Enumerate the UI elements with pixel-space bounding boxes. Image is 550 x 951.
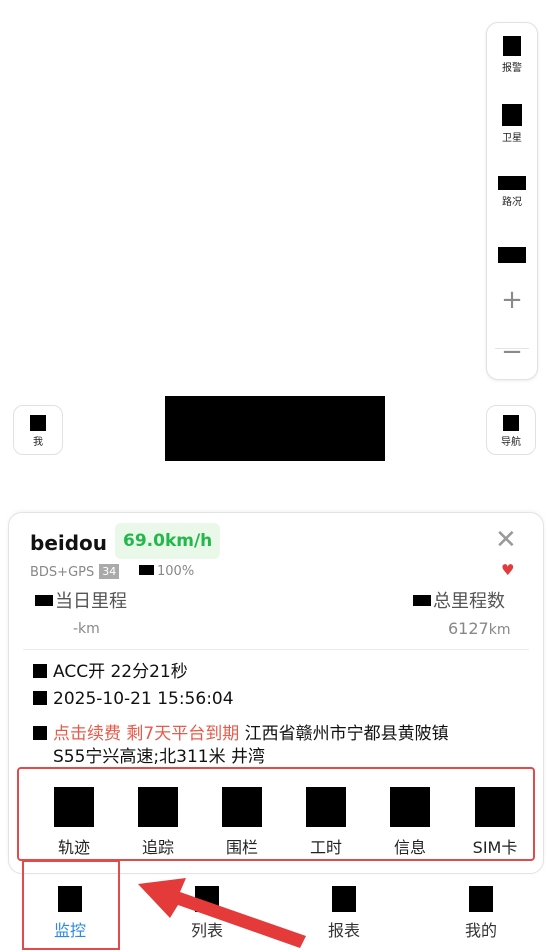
tab-profile-label: 我的 xyxy=(464,921,497,940)
device-name: beidou xyxy=(30,531,108,555)
tab-list[interactable]: 列表 xyxy=(177,886,237,941)
day-mileage-label: 当日里程 xyxy=(55,591,127,612)
alarm-icon xyxy=(503,36,521,56)
total-mileage-icon xyxy=(413,595,431,606)
worktime-label: 工时 xyxy=(309,838,342,857)
report-icon xyxy=(332,886,356,912)
traffic-icon xyxy=(498,176,526,190)
clock-icon xyxy=(33,691,47,705)
my-location-button[interactable]: 我 xyxy=(13,405,63,455)
total-mileage-value: 6127 xyxy=(448,619,489,638)
follow-label: 追踪 xyxy=(141,838,174,857)
zoom-in-button[interactable]: + xyxy=(487,287,537,313)
tab-profile[interactable]: 我的 xyxy=(451,886,511,941)
layers-tool[interactable] xyxy=(487,247,537,266)
follow-button[interactable]: 追踪 xyxy=(128,787,188,858)
track-icon xyxy=(54,787,94,827)
total-mileage-label-row: 总里程数 xyxy=(413,587,505,613)
tab-report-label: 报表 xyxy=(327,921,360,940)
renew-link[interactable]: 点击续费 剩7天平台到期 xyxy=(53,724,239,744)
info-label: 信息 xyxy=(393,838,426,857)
worktime-button[interactable]: 工时 xyxy=(296,787,356,858)
satellite-count: 34 xyxy=(99,564,120,579)
device-info-card: beidou 69.0km/h ✕ ♥ BDS+GPS 34 100% 当日里程 … xyxy=(8,512,544,874)
address-line2: S55宁兴高速;北311米 井湾 xyxy=(53,747,266,767)
total-mileage-value-row: 6127km xyxy=(448,619,510,638)
navigation-icon xyxy=(503,415,519,431)
battery-icon xyxy=(139,565,154,575)
alarm-label: 报警 xyxy=(502,63,522,74)
redacted-block xyxy=(165,396,385,461)
tab-monitor-highlight xyxy=(22,860,120,950)
profile-icon xyxy=(469,886,493,912)
total-mileage-unit: km xyxy=(488,622,511,638)
address-line1: 江西省赣州市宁都县黄陂镇 xyxy=(239,724,449,744)
zoom-out-button[interactable]: − xyxy=(487,339,537,365)
list-icon xyxy=(195,886,219,912)
speed-badge: 69.0km/h xyxy=(115,523,221,559)
day-mileage-value: -km xyxy=(73,621,100,637)
follow-icon xyxy=(138,787,178,827)
alarm-tool[interactable]: 报警 xyxy=(487,36,537,74)
gnss-label: BDS+GPS xyxy=(30,565,95,580)
time-row: 2025-10-21 15:56:04 xyxy=(33,689,234,709)
location-icon xyxy=(33,726,47,740)
battery-value: 100% xyxy=(157,564,195,579)
info-button[interactable]: 信息 xyxy=(380,787,440,858)
layers-icon xyxy=(498,247,526,263)
battery-status: 100% xyxy=(139,564,194,579)
satellite-label: 卫星 xyxy=(502,133,522,144)
traffic-label: 路况 xyxy=(502,197,522,208)
info-icon xyxy=(390,787,430,827)
heart-icon[interactable]: ♥ xyxy=(501,561,514,579)
sim-card-icon xyxy=(475,787,515,827)
acc-status-row: ACC开 22分21秒 xyxy=(33,657,188,682)
acc-icon xyxy=(33,664,47,678)
map-tools-panel: 报警 卫星 路况 + − xyxy=(486,22,538,380)
fence-button[interactable]: 围栏 xyxy=(212,787,272,858)
my-location-icon xyxy=(30,415,46,431)
tab-report[interactable]: 报表 xyxy=(314,886,374,941)
total-mileage-label: 总里程数 xyxy=(433,591,505,612)
sim-card-label: SIM卡 xyxy=(472,838,518,857)
fence-label: 围栏 xyxy=(225,838,258,857)
traffic-tool[interactable]: 路况 xyxy=(487,176,537,208)
sim-card-button[interactable]: SIM卡 xyxy=(465,787,525,858)
acc-status: ACC开 22分21秒 xyxy=(53,662,188,682)
satellite-icon xyxy=(502,104,522,126)
day-mileage-label-row: 当日里程 xyxy=(35,587,127,613)
track-label: 轨迹 xyxy=(57,838,90,857)
track-button[interactable]: 轨迹 xyxy=(44,787,104,858)
day-mileage-icon xyxy=(35,595,53,606)
navigation-label: 导航 xyxy=(501,437,521,448)
action-bar-highlight: 轨迹 追踪 围栏 工时 信息 SIM卡 xyxy=(17,767,535,861)
my-location-label: 我 xyxy=(33,437,43,448)
satellite-tool[interactable]: 卫星 xyxy=(487,104,537,144)
navigation-button[interactable]: 导航 xyxy=(486,405,536,455)
close-icon[interactable]: ✕ xyxy=(495,527,517,553)
worktime-icon xyxy=(306,787,346,827)
fence-icon xyxy=(222,787,262,827)
card-divider xyxy=(23,649,529,650)
gnss-mode: BDS+GPS 34 xyxy=(30,564,120,580)
tab-list-label: 列表 xyxy=(190,921,223,940)
update-time: 2025-10-21 15:56:04 xyxy=(53,689,234,709)
address-row: 点击续费 剩7天平台到期 江西省赣州市宁都县黄陂镇 xyxy=(33,719,449,744)
